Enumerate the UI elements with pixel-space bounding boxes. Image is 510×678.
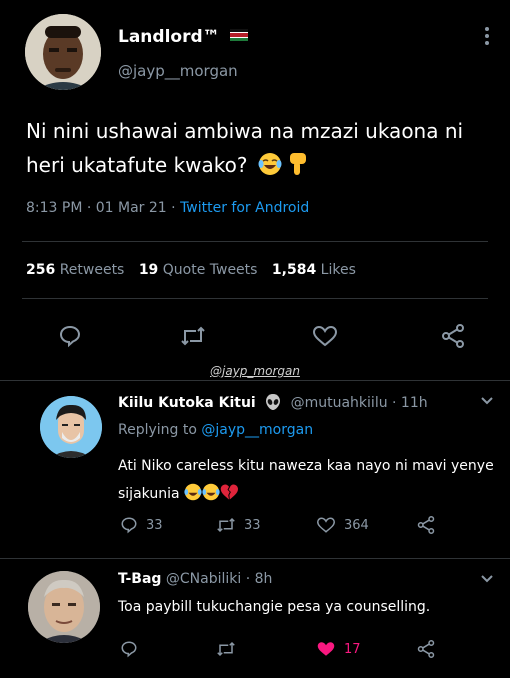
replying-to: Replying to @jayp__morgan — [118, 422, 314, 438]
reply-icon[interactable] — [120, 640, 138, 658]
reply-count-action[interactable]: 33 — [120, 516, 163, 534]
divider — [0, 380, 510, 381]
reply-header: T-Bag @CNabiliki · 8h — [118, 571, 272, 587]
like-count: 364 — [344, 517, 369, 533]
reply-handle-time: @mutuahkiilu · 11h — [290, 395, 428, 411]
reply-count: 33 — [146, 517, 163, 533]
author-name-row[interactable]: Landlord™ — [118, 26, 248, 47]
reply-icon[interactable] — [120, 516, 138, 534]
reply-header: Kiilu Kutoka Kitui @mutuahkiilu · 11h — [118, 393, 428, 411]
engagement-stats: 256 Retweets 19 Quote Tweets 1,584 Likes — [26, 262, 356, 278]
tweet-meta: 8:13 PM · 01 Mar 21 · Twitter for Androi… — [26, 200, 309, 216]
retweet-icon[interactable] — [216, 640, 236, 658]
chevron-down-icon[interactable] — [480, 574, 494, 584]
share-icon[interactable] — [416, 640, 436, 658]
laughing-tears-emoji-icon — [184, 483, 202, 501]
tweet-timestamp: 8:13 PM · 01 Mar 21 · — [26, 200, 181, 216]
reply-handle-time: @CNabiliki · 8h — [165, 571, 273, 587]
author-name[interactable]: Landlord™ — [118, 27, 220, 47]
broken-heart-emoji-icon — [220, 483, 238, 501]
tweet-text-block: Ni nini ushawai ambiwa na mzazi ukaona n… — [26, 114, 498, 182]
watermark: @jayp_morgan — [210, 364, 300, 378]
reply-author-name[interactable]: T-Bag — [118, 571, 161, 587]
like-count-action[interactable]: 364 — [316, 516, 369, 534]
reply-text: Ati Niko careless kitu naweza kaa nayo n… — [118, 458, 494, 502]
reply-author-name[interactable]: Kiilu Kutoka Kitui — [118, 395, 256, 411]
reply-avatar[interactable] — [28, 571, 100, 643]
alien-emoji-icon — [264, 393, 282, 411]
retweet-count: 33 — [244, 517, 261, 533]
likes-stat[interactable]: 1,584 Likes — [272, 262, 356, 278]
replying-to-handle[interactable]: @jayp__morgan — [201, 422, 313, 438]
author-handle[interactable]: @jayp__morgan — [118, 62, 238, 80]
pointing-down-emoji-icon — [288, 152, 310, 176]
reply-icon[interactable] — [58, 324, 82, 348]
retweets-stat[interactable]: 256 Retweets — [26, 262, 129, 278]
tweet-source-link[interactable]: Twitter for Android — [180, 200, 309, 216]
share-icon[interactable] — [440, 324, 466, 348]
quote-tweets-stat[interactable]: 19 Quote Tweets — [139, 262, 262, 278]
reply-text-block: Ati Niko careless kitu naweza kaa nayo n… — [118, 452, 498, 508]
like-count: 17 — [344, 641, 361, 657]
laughing-tears-emoji-icon — [202, 483, 220, 501]
retweet-icon[interactable] — [180, 324, 206, 348]
divider — [22, 298, 488, 299]
reply-avatar[interactable] — [40, 396, 102, 458]
like-icon[interactable] — [316, 516, 336, 534]
retweet-icon[interactable] — [216, 516, 236, 534]
like-icon[interactable] — [312, 324, 338, 348]
tweet-text: Ni nini ushawai ambiwa na mzazi ukaona n… — [26, 119, 464, 177]
like-count-action[interactable]: 17 — [316, 640, 361, 658]
more-options-icon[interactable] — [484, 26, 490, 50]
author-avatar[interactable] — [25, 14, 101, 90]
retweet-count-action[interactable]: 33 — [216, 516, 261, 534]
reply-text: Toa paybill tukuchangie pesa ya counsell… — [118, 599, 431, 615]
divider — [0, 558, 510, 559]
laughing-tears-emoji-icon — [258, 152, 282, 176]
share-icon[interactable] — [416, 516, 436, 534]
divider — [22, 241, 488, 242]
liked-heart-icon[interactable] — [316, 640, 336, 658]
chevron-down-icon[interactable] — [480, 396, 494, 406]
kenya-flag-icon — [229, 26, 248, 41]
